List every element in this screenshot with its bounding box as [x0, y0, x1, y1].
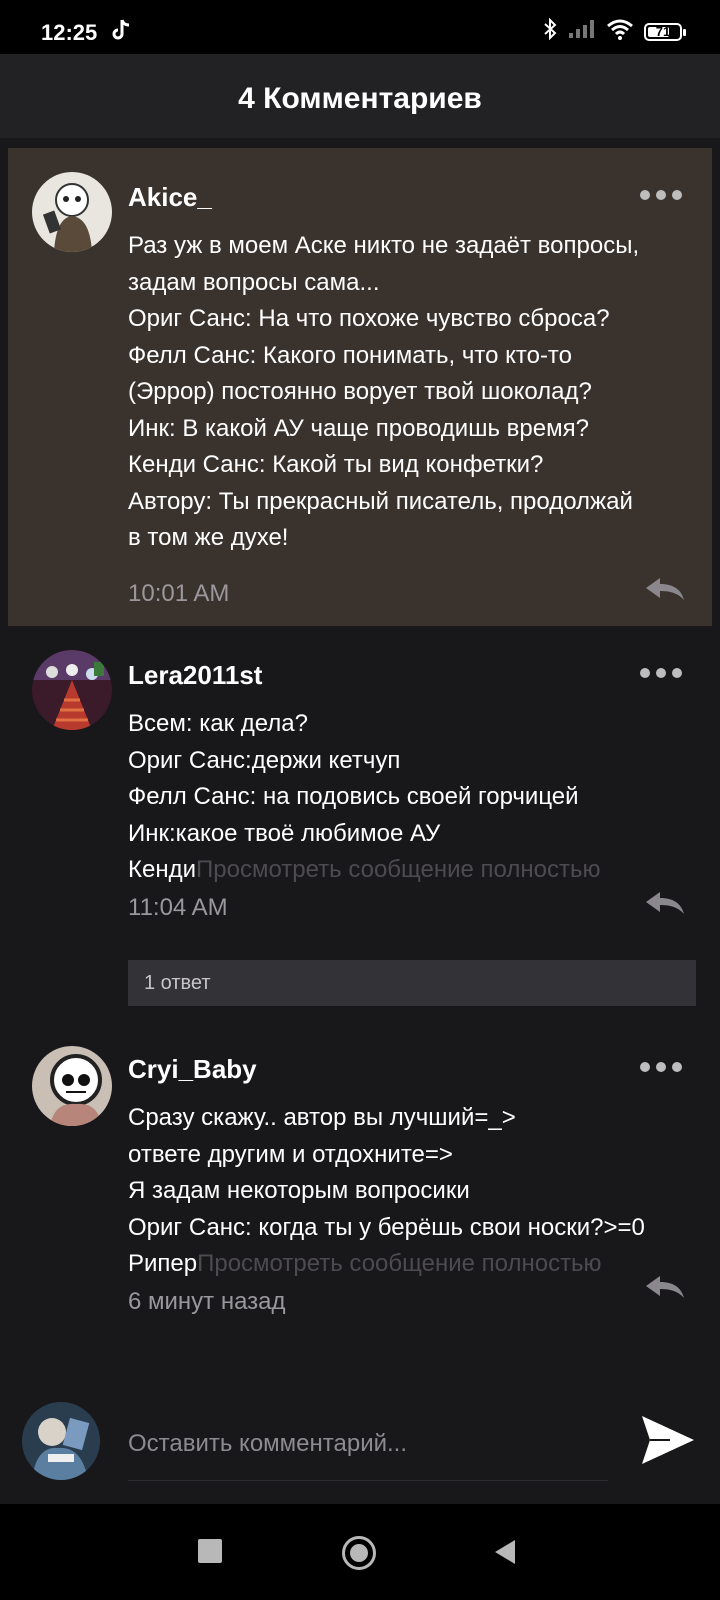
comment-line: Фелл Санс: Какого понимать, что кто-то — [128, 341, 572, 369]
truncated-text: Рипер — [128, 1250, 198, 1277]
truncated-text: Кенди — [128, 856, 196, 883]
comment-line: Ориг Санс:держи кетчуп — [128, 746, 401, 774]
bluetooth-icon — [542, 17, 558, 45]
reply-icon[interactable] — [644, 1274, 686, 1305]
comment-time: 6 минут назад — [128, 1288, 286, 1315]
comment-line-truncated: КендиПросмотреть сообщение полностью — [128, 852, 698, 889]
comment-line: Ориг Санс: когда ты у берёшь свои носки?… — [128, 1213, 645, 1241]
comment-time: 11:04 AM — [128, 894, 228, 921]
recents-icon[interactable] — [198, 1539, 222, 1563]
system-nav-bar — [0, 1504, 720, 1600]
current-user-avatar — [22, 1402, 100, 1480]
send-icon[interactable] — [640, 1414, 696, 1471]
comment-line: Инк: В какой АУ чаще проводишь время? — [128, 414, 589, 442]
reply-icon[interactable] — [644, 576, 686, 607]
home-icon[interactable] — [342, 1536, 376, 1570]
wifi-icon — [606, 18, 634, 45]
comment-text: Сразу скажу.. автор вы лучший=_> ответе … — [128, 1100, 698, 1283]
comment-line: (Эррор) постоянно ворует твой шоколад? — [128, 378, 592, 405]
comment-line: Автору: Ты прекрасный писатель, продолжа… — [128, 487, 633, 515]
comment-line: ответе другим и отдохните=> — [128, 1140, 453, 1168]
comment-line: задам вопросы сама... — [128, 268, 380, 296]
comment-item: Akice_ Раз уж в моем Аске никто не задаё… — [8, 148, 712, 626]
comment-item: Cryi_Baby Сразу скажу.. автор вы лучший=… — [8, 1024, 712, 1354]
comments-header: 4 Комментариев — [0, 54, 720, 138]
reply-icon[interactable] — [644, 890, 686, 921]
more-options-icon[interactable] — [640, 668, 682, 678]
comment-time: 10:01 AM — [128, 580, 230, 607]
comment-username[interactable]: Akice_ — [128, 182, 212, 213]
status-time: 12:25 — [41, 20, 98, 45]
avatar[interactable] — [32, 172, 112, 252]
comment-line: Раз уж в моем Аске никто не задаёт вопро… — [128, 232, 640, 259]
comment-username[interactable]: Lera2011st — [128, 660, 262, 691]
comment-username[interactable]: Cryi_Baby — [128, 1054, 257, 1085]
comment-line: Сразу скажу.. автор вы лучший=_> — [128, 1104, 516, 1131]
comment-line: Ориг Санс: На что похоже чувство сброса? — [128, 305, 610, 332]
more-options-icon[interactable] — [640, 1062, 682, 1072]
view-full-message-link[interactable]: Просмотреть сообщение полностью — [196, 856, 600, 883]
more-options-icon[interactable] — [640, 190, 682, 200]
tiktok-icon — [110, 18, 132, 47]
comment-line: Я задам некоторым вопросики — [128, 1177, 470, 1204]
replies-button[interactable]: 1 ответ — [128, 960, 696, 1006]
comment-text: Раз уж в моем Аске никто не задаёт вопро… — [128, 228, 698, 557]
comment-input-field[interactable] — [128, 1420, 608, 1481]
avatar[interactable] — [32, 650, 112, 730]
battery-level: 71 — [655, 23, 671, 39]
back-icon[interactable] — [493, 1538, 517, 1571]
avatar[interactable] — [32, 1046, 112, 1126]
status-bar: 12:25 71 — [0, 0, 720, 54]
comment-text: Всем: как дела? Ориг Санс:держи кетчуп Ф… — [128, 706, 698, 889]
comment-line: Всем: как дела? — [128, 710, 308, 737]
comment-item: Lera2011st Всем: как дела? Ориг Санс:дер… — [8, 630, 712, 1010]
battery-icon: 71 — [644, 22, 686, 41]
page-title: 4 Комментариев — [238, 82, 482, 115]
comment-line: Инк:какое твоё любимое АУ — [128, 819, 441, 847]
view-full-message-link[interactable]: Просмотреть сообщение полностью — [197, 1250, 601, 1277]
comment-line: Фелл Санс: на подовись своей горчицей — [128, 783, 579, 810]
comment-input[interactable] — [128, 1420, 608, 1468]
replies-count: 1 ответ — [144, 972, 211, 994]
comment-line: в том же духе! — [128, 524, 289, 551]
comment-line: Кенди Санс: Какой ты вид конфетки? — [128, 451, 544, 478]
signal-icon — [568, 19, 596, 44]
comment-line-truncated: РиперПросмотреть сообщение полностью — [128, 1246, 698, 1283]
